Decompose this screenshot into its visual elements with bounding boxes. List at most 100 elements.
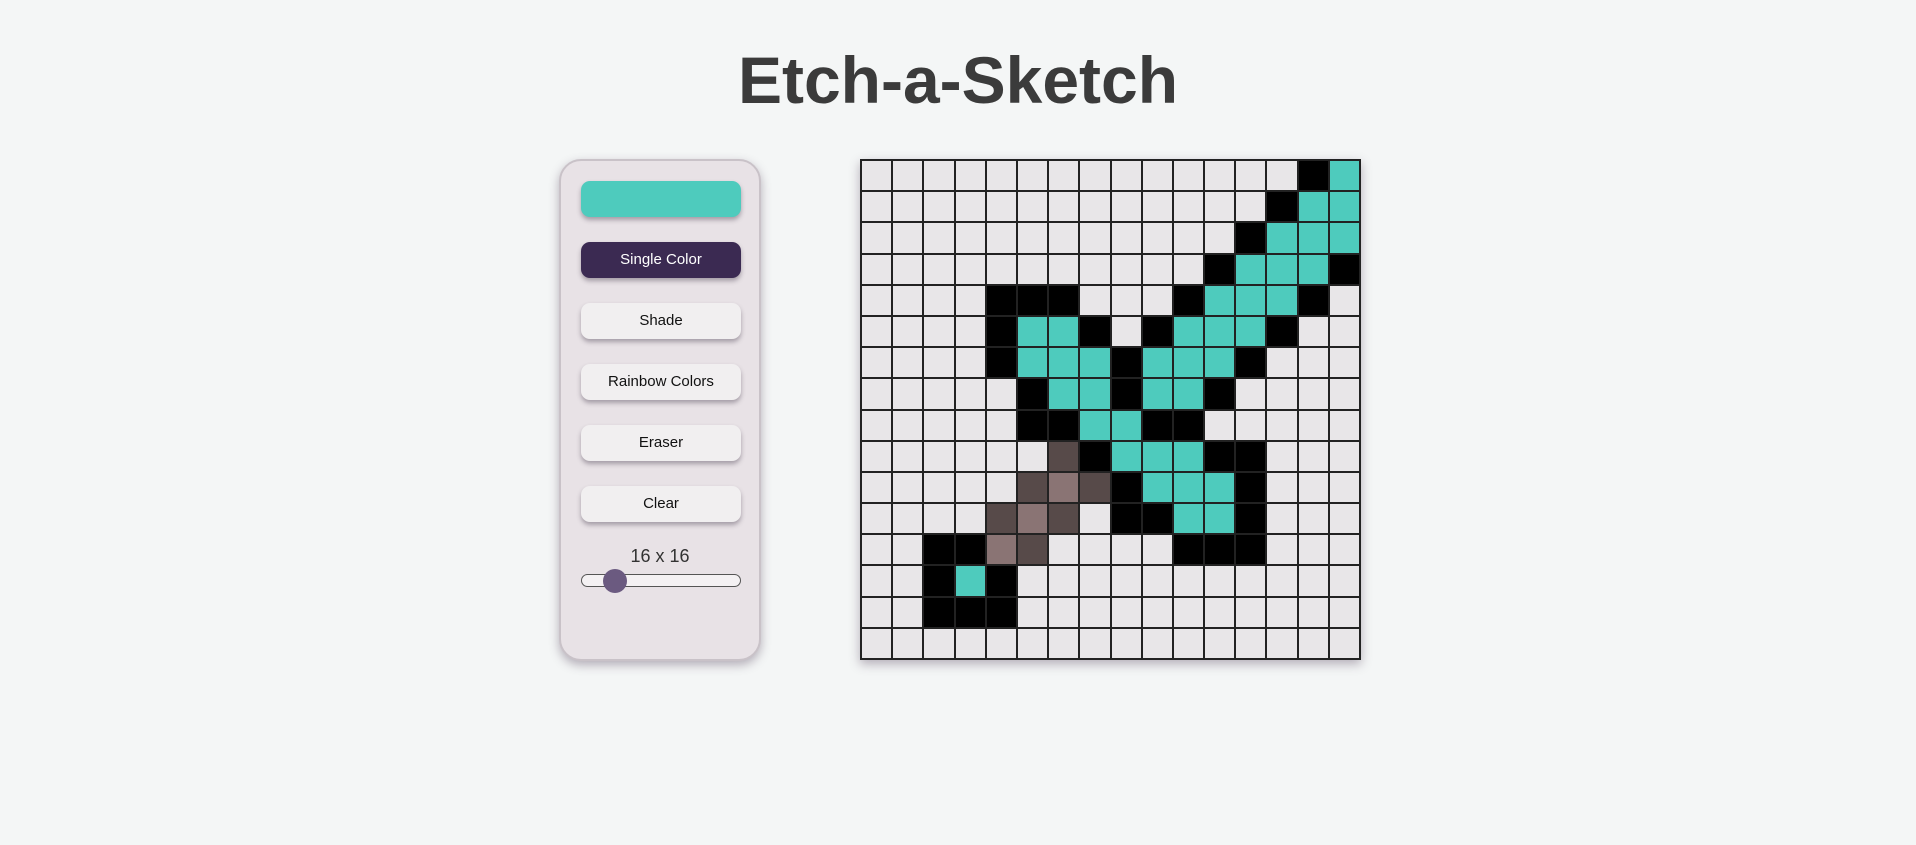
grid-cell[interactable] <box>954 347 986 379</box>
grid-cell[interactable] <box>1110 440 1142 472</box>
grid-cell[interactable] <box>861 347 893 379</box>
grid-cell[interactable] <box>1016 160 1049 192</box>
grid-cell[interactable] <box>1172 565 1205 597</box>
sketch-grid[interactable] <box>860 159 1361 660</box>
grid-cell[interactable] <box>1110 191 1142 223</box>
grid-cell[interactable] <box>1110 627 1142 659</box>
grid-cell[interactable] <box>1235 284 1267 316</box>
grid-cell[interactable] <box>1079 222 1111 254</box>
grid-cell[interactable] <box>923 409 955 441</box>
grid-cell[interactable] <box>1110 378 1142 410</box>
grid-cell[interactable] <box>1297 253 1329 285</box>
grid-cell[interactable] <box>861 534 893 566</box>
grid-cell[interactable] <box>1016 222 1049 254</box>
eraser-button[interactable]: Eraser <box>581 425 741 461</box>
grid-cell[interactable] <box>985 222 1017 254</box>
grid-cell[interactable] <box>861 253 893 285</box>
grid-cell[interactable] <box>1297 627 1329 659</box>
grid-cell[interactable] <box>1172 315 1205 348</box>
grid-cell[interactable] <box>1079 160 1111 192</box>
grid-cell[interactable] <box>1048 160 1080 192</box>
grid-cell[interactable] <box>1328 440 1360 472</box>
grid-cell[interactable] <box>985 565 1017 597</box>
grid-cell[interactable] <box>1266 253 1298 285</box>
grid-cell[interactable] <box>1110 253 1142 285</box>
grid-cell[interactable] <box>985 596 1017 628</box>
grid-cell[interactable] <box>892 596 924 628</box>
grid-cell[interactable] <box>1235 378 1267 410</box>
grid-cell[interactable] <box>892 565 924 597</box>
grid-cell[interactable] <box>892 253 924 285</box>
grid-cell[interactable] <box>1235 440 1267 472</box>
grid-cell[interactable] <box>1328 191 1360 223</box>
grid-cell[interactable] <box>1172 253 1205 285</box>
grid-cell[interactable] <box>1297 315 1329 348</box>
grid-cell[interactable] <box>892 627 924 659</box>
grid-cell[interactable] <box>1016 253 1049 285</box>
grid-cell[interactable] <box>1141 534 1173 566</box>
grid-cell[interactable] <box>923 378 955 410</box>
color-picker[interactable] <box>581 181 741 217</box>
grid-cell[interactable] <box>1079 378 1111 410</box>
grid-cell[interactable] <box>1266 440 1298 472</box>
grid-cell[interactable] <box>1266 378 1298 410</box>
single-color-button[interactable]: Single Color <box>581 242 741 278</box>
grid-cell[interactable] <box>954 440 986 472</box>
grid-cell[interactable] <box>1172 222 1205 254</box>
grid-cell[interactable] <box>1172 440 1205 472</box>
grid-cell[interactable] <box>1016 596 1049 628</box>
grid-cell[interactable] <box>1235 627 1267 659</box>
grid-cell[interactable] <box>923 565 955 597</box>
grid-cell[interactable] <box>1328 534 1360 566</box>
grid-cell[interactable] <box>923 253 955 285</box>
grid-cell[interactable] <box>1079 191 1111 223</box>
grid-cell[interactable] <box>1172 627 1205 659</box>
grid-cell[interactable] <box>923 284 955 316</box>
grid-cell[interactable] <box>892 222 924 254</box>
grid-cell[interactable] <box>954 409 986 441</box>
grid-cell[interactable] <box>1266 596 1298 628</box>
grid-cell[interactable] <box>1141 565 1173 597</box>
grid-cell[interactable] <box>1141 471 1173 504</box>
grid-cell[interactable] <box>892 440 924 472</box>
grid-cell[interactable] <box>985 347 1017 379</box>
grid-cell[interactable] <box>1266 409 1298 441</box>
grid-cell[interactable] <box>1048 378 1080 410</box>
grid-cell[interactable] <box>1328 378 1360 410</box>
grid-cell[interactable] <box>1048 253 1080 285</box>
grid-cell[interactable] <box>923 440 955 472</box>
grid-cell[interactable] <box>1204 440 1236 472</box>
grid-cell[interactable] <box>985 160 1017 192</box>
grid-cell[interactable] <box>1266 534 1298 566</box>
grid-cell[interactable] <box>1204 503 1236 535</box>
grid-cell[interactable] <box>1110 471 1142 504</box>
grid-cell[interactable] <box>1110 409 1142 441</box>
grid-cell[interactable] <box>923 222 955 254</box>
grid-cell[interactable] <box>1079 596 1111 628</box>
grid-cell[interactable] <box>985 409 1017 441</box>
grid-cell[interactable] <box>1235 222 1267 254</box>
grid-cell[interactable] <box>1172 471 1205 504</box>
grid-cell[interactable] <box>892 160 924 192</box>
grid-cell[interactable] <box>1079 347 1111 379</box>
grid-cell[interactable] <box>861 471 893 504</box>
grid-cell[interactable] <box>861 409 893 441</box>
grid-cell[interactable] <box>1110 222 1142 254</box>
grid-cell[interactable] <box>1328 347 1360 379</box>
grid-cell[interactable] <box>1235 503 1267 535</box>
grid-cell[interactable] <box>1016 315 1049 348</box>
grid-cell[interactable] <box>1328 409 1360 441</box>
grid-cell[interactable] <box>1141 284 1173 316</box>
grid-cell[interactable] <box>892 315 924 348</box>
grid-cell[interactable] <box>1328 503 1360 535</box>
grid-cell[interactable] <box>1328 471 1360 504</box>
grid-cell[interactable] <box>985 315 1017 348</box>
grid-cell[interactable] <box>1204 534 1236 566</box>
grid-cell[interactable] <box>954 222 986 254</box>
grid-cell[interactable] <box>1079 534 1111 566</box>
grid-cell[interactable] <box>1172 378 1205 410</box>
grid-cell[interactable] <box>954 191 986 223</box>
grid-cell[interactable] <box>1328 596 1360 628</box>
grid-cell[interactable] <box>1204 284 1236 316</box>
grid-size-slider[interactable] <box>581 569 741 593</box>
